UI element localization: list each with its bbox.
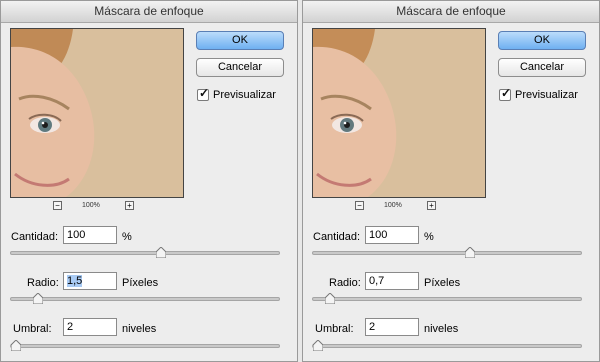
zoom-controls: − 100% + [53,200,143,212]
preview-checkbox[interactable]: ✓ [499,86,512,101]
checkmark-icon: ✓ [501,86,512,100]
radio-label: Radio: [329,277,361,289]
cantidad-label: Cantidad: [11,231,59,243]
dialog-title: Máscara de enfoque [303,1,599,23]
preview-checkbox-label: Previsualizar [515,89,578,101]
radio-unit: Píxeles [424,277,461,289]
zoom-level: 100% [82,202,100,209]
zoom-in-icon[interactable]: + [427,201,436,210]
cantidad-slider-thumb[interactable] [465,247,475,258]
cantidad-label: Cantidad: [313,231,361,243]
cancel-button[interactable]: Cancelar [498,58,586,77]
umbral-unit: niveles [424,323,459,335]
preview-image[interactable] [312,28,486,198]
umbral-label: Umbral: [13,323,52,335]
face-photo [11,29,183,197]
zoom-in-icon[interactable]: + [125,201,134,210]
unsharp-mask-dialog-left: Máscara de enfoque OK Cancelar ✓ Previsu… [0,0,298,362]
radio-label: Radio: [27,277,59,289]
preview-image[interactable] [10,28,184,198]
cancel-button[interactable]: Cancelar [196,58,284,77]
cantidad-slider[interactable] [10,247,280,258]
cantidad-unit: % [122,231,132,243]
umbral-slider-thumb[interactable] [313,340,323,351]
cantidad-unit: % [424,231,434,243]
checkmark-icon: ✓ [199,86,210,100]
zoom-out-icon[interactable]: − [355,201,364,210]
radio-slider-thumb[interactable] [33,293,43,304]
ok-button[interactable]: OK [498,31,586,50]
radio-slider[interactable] [312,293,582,304]
radio-value: 1,5 [67,275,83,287]
radio-slider-thumb[interactable] [325,293,335,304]
cantidad-field[interactable]: 100 [63,226,117,244]
face-photo [313,29,485,197]
umbral-label: Umbral: [315,323,354,335]
unsharp-mask-dialog-right: Máscara de enfoque OK Cancelar ✓ Previsu… [302,0,600,362]
cantidad-slider-thumb[interactable] [156,247,166,258]
dialog-title: Máscara de enfoque [1,1,297,23]
umbral-slider[interactable] [10,340,280,351]
zoom-out-icon[interactable]: − [53,201,62,210]
preview-checkbox[interactable]: ✓ [197,86,210,101]
radio-field[interactable]: 0,7 [365,272,419,290]
radio-unit: Píxeles [122,277,159,289]
umbral-field[interactable]: 2 [63,318,117,336]
cantidad-field[interactable]: 100 [365,226,419,244]
radio-field[interactable]: 1,5 [63,272,117,290]
umbral-slider[interactable] [312,340,582,351]
umbral-field[interactable]: 2 [365,318,419,336]
preview-checkbox-label: Previsualizar [213,89,276,101]
zoom-level: 100% [384,202,402,209]
radio-slider[interactable] [10,293,280,304]
umbral-unit: niveles [122,323,157,335]
zoom-controls: − 100% + [355,200,445,212]
umbral-slider-thumb[interactable] [11,340,21,351]
ok-button[interactable]: OK [196,31,284,50]
cantidad-slider[interactable] [312,247,582,258]
